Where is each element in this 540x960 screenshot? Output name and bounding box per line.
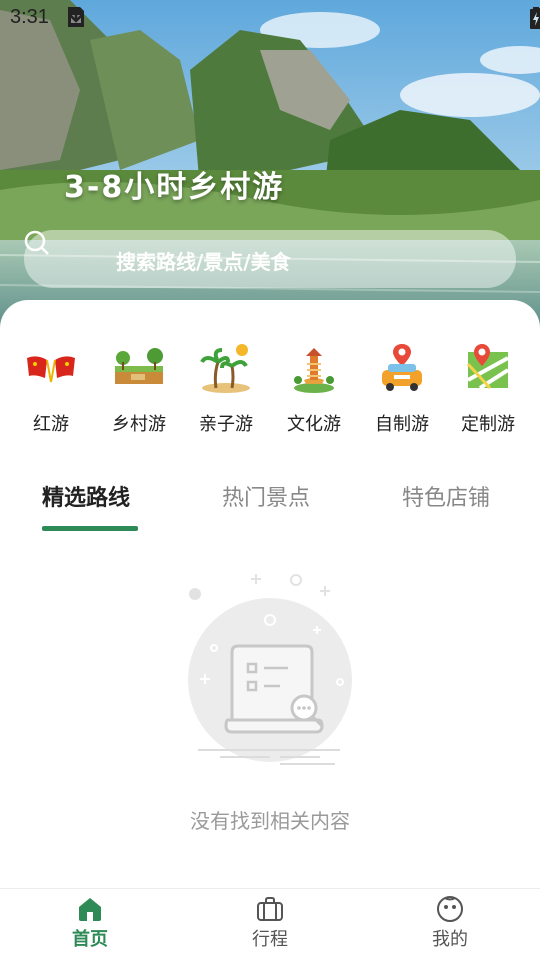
category-label: 亲子游 [199,414,253,435]
profile-face-icon [437,896,463,922]
tab-special-shops[interactable]: 特色店铺 [402,480,490,512]
category-label: 自制游 [375,414,429,435]
nav-label: 行程 [252,929,288,950]
content-sheet: 红游 乡村游 亲子游 文化游 自制游 定制游 精选路线 热门景点 特色店铺 没有… [0,300,540,888]
empty-state-message: 没有找到相关内容 [190,809,350,833]
tab-bar: 精选路线 热门景点 特色店铺 [0,480,540,536]
nav-item-home[interactable]: 首页 [50,895,130,951]
download-icon [69,8,83,27]
tab-featured-routes[interactable]: 精选路线 [42,480,130,512]
nav-item-profile[interactable]: 我的 [410,895,490,951]
category-item-self-made-tour[interactable]: 自制游 [362,340,442,436]
category-item-red-tour[interactable]: 红游 [11,340,91,436]
status-time: 3:31 [10,6,49,28]
red-flags-icon [27,356,75,383]
search-placeholder: 搜索路线/景点/美食 [116,250,291,274]
village-icon [115,348,163,384]
active-tab-indicator [42,526,138,531]
tab-popular-spots[interactable]: 热门景点 [222,480,310,512]
category-item-family-tour[interactable]: 亲子游 [186,340,266,436]
car-pin-icon [382,344,422,391]
empty-document-search-icon [188,574,352,765]
category-item-village-tour[interactable]: 乡村游 [99,340,179,436]
search-bar[interactable]: 搜索路线/景点/美食 [24,230,516,288]
hero-banner: 3:31 3-8小时乡村游 搜索路线/景点/美食 [0,0,540,330]
category-item-custom-tour[interactable]: 定制游 [448,340,528,436]
briefcase-icon [257,897,283,921]
category-label: 定制游 [461,414,515,435]
category-item-culture-tour[interactable]: 文化游 [274,340,354,436]
category-label: 乡村游 [112,414,166,435]
hero-title: 3-8小时乡村游 [64,170,285,205]
battery-charging-icon [530,7,540,29]
pagoda-icon [294,348,334,393]
category-row: 红游 乡村游 亲子游 文化游 自制游 定制游 [0,340,540,450]
nav-label: 我的 [432,929,468,950]
nav-item-itinerary[interactable]: 行程 [230,895,310,951]
map-pin-icon [466,344,510,390]
home-icon [79,898,101,921]
bottom-navigation: 首页 行程 我的 [0,888,540,960]
category-label: 文化游 [287,414,341,435]
nav-label: 首页 [72,929,108,950]
search-icon [24,230,49,255]
category-label: 红游 [33,414,69,435]
status-bar: 3:31 [0,0,540,36]
palm-island-icon [200,344,250,393]
